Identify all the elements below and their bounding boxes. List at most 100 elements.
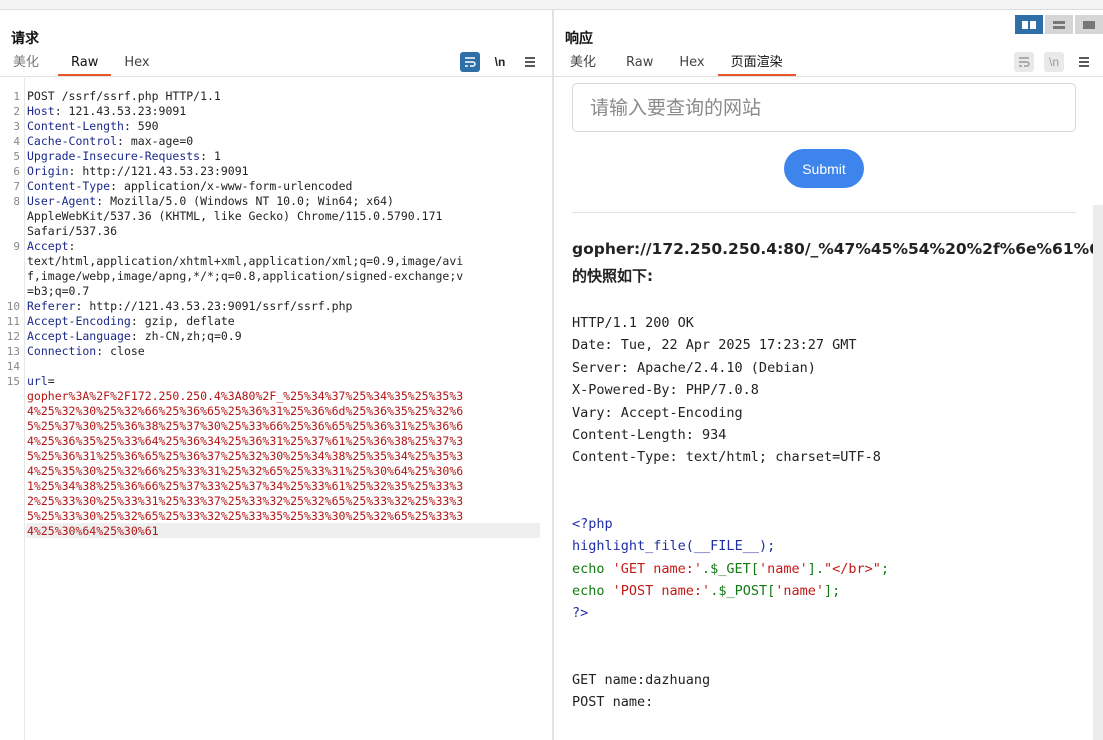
header-key: Cache-Control xyxy=(27,134,118,148)
output-get: GET name:dazhuang xyxy=(572,672,711,688)
php-key: 'name' xyxy=(758,561,808,577)
wrap-icon xyxy=(1014,52,1034,72)
header-value: : close xyxy=(96,344,145,358)
line-text: POST /ssrf/ssrf.php HTTP/1.1 xyxy=(27,89,221,104)
php-line-2: echo 'GET name:'.$_GET['name']."</br>"; xyxy=(572,561,889,577)
menu-icon[interactable] xyxy=(1074,52,1094,72)
php-close-tag: ?> xyxy=(572,605,589,621)
tab-raw[interactable]: Raw xyxy=(58,54,112,76)
line-text: Origin: http://121.43.53.23:9091 xyxy=(27,164,249,179)
horizontal-view-icon[interactable] xyxy=(1045,15,1073,34)
line-text: url= xyxy=(27,374,55,389)
tab-pretty[interactable]: 美化 xyxy=(554,54,609,76)
header-value: POST /ssrf/ssrf.php HTTP/1.1 xyxy=(27,89,221,103)
menu-icon[interactable] xyxy=(520,52,540,72)
wrap-icon[interactable] xyxy=(460,52,480,72)
line-text: Host: 121.43.53.23:9091 xyxy=(27,104,186,119)
line-text: Connection: close xyxy=(27,344,145,359)
response-title: 响应 xyxy=(565,31,593,47)
response-header-line: Server: Apache/2.4.10 (Debian) xyxy=(572,359,816,376)
php-semicolon: ; xyxy=(880,561,890,577)
line-text: text/html,application/xhtml+xml,applicat… xyxy=(27,254,463,269)
header-key: url xyxy=(27,374,48,388)
request-title: 请求 xyxy=(11,31,39,47)
line-number: 14 xyxy=(6,360,20,373)
header-value: : xyxy=(68,239,76,253)
line-number: 1 xyxy=(13,90,20,103)
tabs-divider xyxy=(554,76,1103,77)
search-input[interactable] xyxy=(573,84,1075,131)
line-text: Content-Length: 590 xyxy=(27,119,159,134)
header-value: =b3;q=0.7 xyxy=(27,284,90,298)
single-view-icon[interactable] xyxy=(1075,15,1103,34)
line-text: Content-Type: application/x-www-form-url… xyxy=(27,179,352,194)
header-value: = xyxy=(47,374,55,388)
line-number: 10 xyxy=(6,300,20,313)
header-value: : zh-CN,zh;q=0.9 xyxy=(130,329,242,343)
line-number: 15 xyxy=(6,375,20,388)
php-str: 'POST name:' xyxy=(612,583,711,599)
body-text: 4%25%36%35%25%33%64%25%36%34%25%36%31%25… xyxy=(27,434,464,448)
php-str: 'GET name:' xyxy=(612,561,703,577)
header-value: f,image/webp,image/apng,*/*;q=0.8,applic… xyxy=(27,269,464,283)
line-number: 12 xyxy=(6,330,20,343)
line-text: Accept: xyxy=(27,239,75,254)
website-search-field[interactable] xyxy=(572,83,1076,132)
body-text: 5%25%33%30%25%32%65%25%33%32%25%33%35%25… xyxy=(27,509,464,523)
header-value: text/html,application/xhtml+xml,applicat… xyxy=(27,254,464,268)
body-text: 4%25%32%30%25%32%66%25%36%65%25%36%31%25… xyxy=(27,404,464,418)
line-text: Safari/537.36 xyxy=(27,224,117,239)
line-number: 13 xyxy=(6,345,20,358)
php-key: 'name' xyxy=(775,583,824,599)
line-number: 2 xyxy=(13,105,20,118)
header-value: : Mozilla/5.0 (Windows NT 10.0; Win64; x… xyxy=(96,194,394,208)
header-value: AppleWebKit/537.36 (KHTML, like Gecko) C… xyxy=(27,209,443,223)
php-end: ]; xyxy=(824,583,841,599)
line-text: AppleWebKit/537.36 (KHTML, like Gecko) C… xyxy=(27,209,442,224)
php-args: (__FILE__); xyxy=(685,538,776,554)
tabs-divider xyxy=(0,76,552,77)
header-key: Connection xyxy=(27,344,97,358)
newline-icon: \n xyxy=(1044,52,1064,72)
line-number: 8 xyxy=(13,195,20,208)
line-number: 5 xyxy=(13,150,20,163)
header-key: Accept xyxy=(27,239,69,253)
body-text: 2%25%33%30%25%33%31%25%33%37%25%33%32%25… xyxy=(27,494,464,508)
submit-button[interactable]: Submit xyxy=(784,149,864,188)
header-key: Referer xyxy=(27,299,76,313)
line-number: 6 xyxy=(13,165,20,178)
php-kw: echo xyxy=(572,561,613,577)
php-concat: ]. xyxy=(807,561,824,577)
body-text: 5%25%36%31%25%36%65%25%36%37%25%32%30%25… xyxy=(27,449,464,463)
request-editor[interactable]: 1 POST /ssrf/ssrf.php HTTP/1.1 2 Host: 121.… xyxy=(0,78,552,740)
line-text: Accept-Language: zh-CN,zh;q=0.9 xyxy=(27,329,242,344)
tab-pretty[interactable]: 美化 xyxy=(0,54,52,76)
header-key: Accept-Encoding xyxy=(27,314,131,328)
body-text: 4%25%35%30%25%32%66%25%33%31%25%32%65%25… xyxy=(27,464,464,478)
header-value: : 1 xyxy=(200,149,221,163)
line-number: 4 xyxy=(13,135,20,148)
line-text: Referer: http://121.43.53.23:9091/ssrf/s… xyxy=(27,299,352,314)
line-text: Cache-Control: max-age=0 xyxy=(27,134,193,149)
tab-hex[interactable]: Hex xyxy=(666,54,717,76)
header-value: : http://121.43.53.23:9091 xyxy=(68,164,249,178)
line-number: 9 xyxy=(13,240,20,253)
response-panel: 响应 美化 Raw Hex 页面渲染 \n Submit gopher://17… xyxy=(554,10,1103,740)
header-key: Content-Length xyxy=(27,119,124,133)
scrollbar[interactable] xyxy=(1093,205,1103,740)
request-tabs: 美化 Raw Hex xyxy=(0,54,163,76)
php-var: .$_GET[ xyxy=(702,561,759,577)
body-text: 4%25%30%64%25%30%61 xyxy=(27,524,159,538)
tab-raw[interactable]: Raw xyxy=(613,54,666,76)
php-line-3: echo 'POST name:'.$_POST['name']; xyxy=(572,583,840,599)
php-open-tag: <?php xyxy=(572,516,613,532)
separator xyxy=(572,212,1076,213)
newline-icon[interactable]: \n xyxy=(490,52,510,72)
tab-hex[interactable]: Hex xyxy=(111,54,162,76)
response-header-line: HTTP/1.1 200 OK xyxy=(572,315,694,331)
split-view-icon[interactable] xyxy=(1015,15,1043,34)
header-key: Origin xyxy=(27,164,69,178)
response-header-line: Content-Length: 934 xyxy=(572,427,727,443)
tab-render[interactable]: 页面渲染 xyxy=(717,54,796,76)
line-number: 11 xyxy=(6,315,20,328)
